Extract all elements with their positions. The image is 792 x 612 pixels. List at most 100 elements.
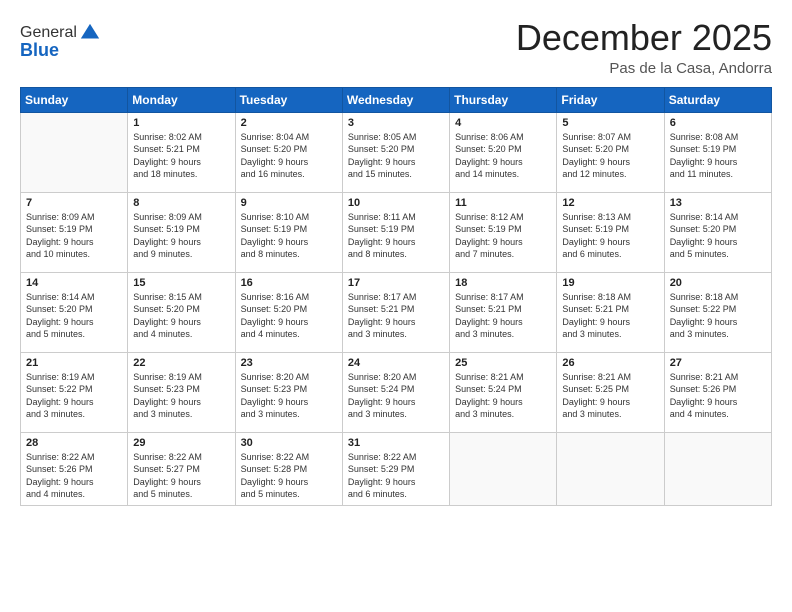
day-cell-2: 2 Sunrise: 8:04 AM Sunset: 5:20 PM Daylig… bbox=[235, 112, 342, 192]
day-info: Sunrise: 8:09 AM Sunset: 5:19 PM Dayligh… bbox=[133, 211, 229, 261]
day-info: Sunrise: 8:17 AM Sunset: 5:21 PM Dayligh… bbox=[455, 291, 551, 341]
day-cell-7: 7 Sunrise: 8:09 AM Sunset: 5:19 PM Daylig… bbox=[21, 192, 128, 272]
day-info: Sunrise: 8:13 AM Sunset: 5:19 PM Dayligh… bbox=[562, 211, 658, 261]
day-number: 11 bbox=[455, 197, 551, 209]
day-cell-27: 27 Sunrise: 8:21 AM Sunset: 5:26 PM Dayli… bbox=[664, 352, 771, 432]
day-number: 20 bbox=[670, 277, 766, 289]
day-info: Sunrise: 8:19 AM Sunset: 5:22 PM Dayligh… bbox=[26, 371, 122, 421]
day-info: Sunrise: 8:09 AM Sunset: 5:19 PM Dayligh… bbox=[26, 211, 122, 261]
weekday-header-monday: Monday bbox=[128, 87, 235, 112]
day-info: Sunrise: 8:08 AM Sunset: 5:19 PM Dayligh… bbox=[670, 131, 766, 181]
day-info: Sunrise: 8:06 AM Sunset: 5:20 PM Dayligh… bbox=[455, 131, 551, 181]
day-cell-4: 4 Sunrise: 8:06 AM Sunset: 5:20 PM Daylig… bbox=[450, 112, 557, 192]
day-number: 31 bbox=[348, 437, 444, 449]
day-info: Sunrise: 8:21 AM Sunset: 5:25 PM Dayligh… bbox=[562, 371, 658, 421]
day-cell-26: 26Sunrise: 8:21 AM Sunset: 5:25 PM Dayli… bbox=[557, 352, 664, 432]
logo-icon bbox=[79, 22, 101, 44]
day-number: 10 bbox=[348, 197, 444, 209]
calendar-table: SundayMondayTuesdayWednesdayThursdayFrid… bbox=[20, 87, 772, 506]
day-cell-12: 12 Sunrise: 8:13 AM Sunset: 5:19 PM Dayli… bbox=[557, 192, 664, 272]
day-number: 7 bbox=[26, 197, 122, 209]
day-info: Sunrise: 8:18 AM Sunset: 5:21 PM Dayligh… bbox=[562, 291, 658, 341]
day-number: 22 bbox=[133, 357, 229, 369]
day-info: Sunrise: 8:04 AM Sunset: 5:20 PM Dayligh… bbox=[241, 131, 337, 181]
day-info: Sunrise: 8:22 AM Sunset: 5:29 PM Dayligh… bbox=[348, 451, 444, 501]
day-info: Sunrise: 8:21 AM Sunset: 5:26 PM Dayligh… bbox=[670, 371, 766, 421]
day-cell-19: 19 Sunrise: 8:18 AM Sunset: 5:21 PM Dayli… bbox=[557, 272, 664, 352]
day-number: 15 bbox=[133, 277, 229, 289]
day-number: 29 bbox=[133, 437, 229, 449]
day-info: Sunrise: 8:14 AM Sunset: 5:20 PM Dayligh… bbox=[26, 291, 122, 341]
day-number: 19 bbox=[562, 277, 658, 289]
day-cell-22: 22 Sunrise: 8:19 AM Sunset: 5:23 PM Dayli… bbox=[128, 352, 235, 432]
weekday-header-tuesday: Tuesday bbox=[235, 87, 342, 112]
week-row-2: 7 Sunrise: 8:09 AM Sunset: 5:19 PM Daylig… bbox=[21, 192, 772, 272]
day-number: 12 bbox=[562, 197, 658, 209]
day-info: Sunrise: 8:19 AM Sunset: 5:23 PM Dayligh… bbox=[133, 371, 229, 421]
week-row-5: 28 Sunrise: 8:22 AM Sunset: 5:26 PM Dayli… bbox=[21, 432, 772, 505]
day-info: Sunrise: 8:17 AM Sunset: 5:21 PM Dayligh… bbox=[348, 291, 444, 341]
day-cell-11: 11 Sunrise: 8:12 AM Sunset: 5:19 PM Dayli… bbox=[450, 192, 557, 272]
day-cell-13: 13Sunrise: 8:14 AM Sunset: 5:20 PM Dayli… bbox=[664, 192, 771, 272]
day-number: 14 bbox=[26, 277, 122, 289]
weekday-header-wednesday: Wednesday bbox=[342, 87, 449, 112]
empty-cell bbox=[450, 432, 557, 505]
day-info: Sunrise: 8:20 AM Sunset: 5:24 PM Dayligh… bbox=[348, 371, 444, 421]
weekday-header-friday: Friday bbox=[557, 87, 664, 112]
day-number: 5 bbox=[562, 117, 658, 129]
day-cell-9: 9Sunrise: 8:10 AM Sunset: 5:19 PM Daylig… bbox=[235, 192, 342, 272]
day-cell-25: 25 Sunrise: 8:21 AM Sunset: 5:24 PM Dayli… bbox=[450, 352, 557, 432]
day-info: Sunrise: 8:02 AM Sunset: 5:21 PM Dayligh… bbox=[133, 131, 229, 181]
day-cell-16: 16Sunrise: 8:16 AM Sunset: 5:20 PM Dayli… bbox=[235, 272, 342, 352]
day-info: Sunrise: 8:22 AM Sunset: 5:28 PM Dayligh… bbox=[241, 451, 337, 501]
empty-cell bbox=[21, 112, 128, 192]
weekday-header-saturday: Saturday bbox=[664, 87, 771, 112]
day-number: 30 bbox=[241, 437, 337, 449]
day-number: 3 bbox=[348, 117, 444, 129]
day-number: 25 bbox=[455, 357, 551, 369]
day-number: 18 bbox=[455, 277, 551, 289]
day-info: Sunrise: 8:22 AM Sunset: 5:26 PM Dayligh… bbox=[26, 451, 122, 501]
day-number: 6 bbox=[670, 117, 766, 129]
day-cell-20: 20 Sunrise: 8:18 AM Sunset: 5:22 PM Dayli… bbox=[664, 272, 771, 352]
day-cell-31: 31 Sunrise: 8:22 AM Sunset: 5:29 PM Dayli… bbox=[342, 432, 449, 505]
day-number: 1 bbox=[133, 117, 229, 129]
day-number: 27 bbox=[670, 357, 766, 369]
day-number: 23 bbox=[241, 357, 337, 369]
day-info: Sunrise: 8:20 AM Sunset: 5:23 PM Dayligh… bbox=[241, 371, 337, 421]
logo: General Blue bbox=[20, 22, 101, 61]
empty-cell bbox=[664, 432, 771, 505]
day-cell-18: 18 Sunrise: 8:17 AM Sunset: 5:21 PM Dayli… bbox=[450, 272, 557, 352]
day-info: Sunrise: 8:21 AM Sunset: 5:24 PM Dayligh… bbox=[455, 371, 551, 421]
day-info: Sunrise: 8:12 AM Sunset: 5:19 PM Dayligh… bbox=[455, 211, 551, 261]
day-cell-3: 3Sunrise: 8:05 AM Sunset: 5:20 PM Daylig… bbox=[342, 112, 449, 192]
month-title: December 2025 bbox=[516, 18, 772, 58]
week-row-3: 14 Sunrise: 8:14 AM Sunset: 5:20 PM Dayli… bbox=[21, 272, 772, 352]
day-cell-6: 6 Sunrise: 8:08 AM Sunset: 5:19 PM Daylig… bbox=[664, 112, 771, 192]
day-number: 9 bbox=[241, 197, 337, 209]
day-info: Sunrise: 8:14 AM Sunset: 5:20 PM Dayligh… bbox=[670, 211, 766, 261]
day-cell-29: 29 Sunrise: 8:22 AM Sunset: 5:27 PM Dayli… bbox=[128, 432, 235, 505]
day-number: 2 bbox=[241, 117, 337, 129]
weekday-header-thursday: Thursday bbox=[450, 87, 557, 112]
weekday-header-row: SundayMondayTuesdayWednesdayThursdayFrid… bbox=[21, 87, 772, 112]
day-number: 4 bbox=[455, 117, 551, 129]
calendar-page: General Blue December 2025 Pas de la Cas… bbox=[0, 0, 792, 612]
day-info: Sunrise: 8:18 AM Sunset: 5:22 PM Dayligh… bbox=[670, 291, 766, 341]
day-cell-5: 5Sunrise: 8:07 AM Sunset: 5:20 PM Daylig… bbox=[557, 112, 664, 192]
empty-cell bbox=[557, 432, 664, 505]
location: Pas de la Casa, Andorra bbox=[516, 60, 772, 77]
weekday-header-sunday: Sunday bbox=[21, 87, 128, 112]
day-cell-10: 10 Sunrise: 8:11 AM Sunset: 5:19 PM Dayli… bbox=[342, 192, 449, 272]
week-row-1: 1 Sunrise: 8:02 AM Sunset: 5:21 PM Daylig… bbox=[21, 112, 772, 192]
day-info: Sunrise: 8:11 AM Sunset: 5:19 PM Dayligh… bbox=[348, 211, 444, 261]
day-cell-15: 15Sunrise: 8:15 AM Sunset: 5:20 PM Dayli… bbox=[128, 272, 235, 352]
day-cell-23: 23 Sunrise: 8:20 AM Sunset: 5:23 PM Dayli… bbox=[235, 352, 342, 432]
day-info: Sunrise: 8:22 AM Sunset: 5:27 PM Dayligh… bbox=[133, 451, 229, 501]
day-cell-17: 17Sunrise: 8:17 AM Sunset: 5:21 PM Dayli… bbox=[342, 272, 449, 352]
day-cell-28: 28 Sunrise: 8:22 AM Sunset: 5:26 PM Dayli… bbox=[21, 432, 128, 505]
title-block: December 2025 Pas de la Casa, Andorra bbox=[516, 18, 772, 77]
day-number: 24 bbox=[348, 357, 444, 369]
day-number: 16 bbox=[241, 277, 337, 289]
day-number: 28 bbox=[26, 437, 122, 449]
